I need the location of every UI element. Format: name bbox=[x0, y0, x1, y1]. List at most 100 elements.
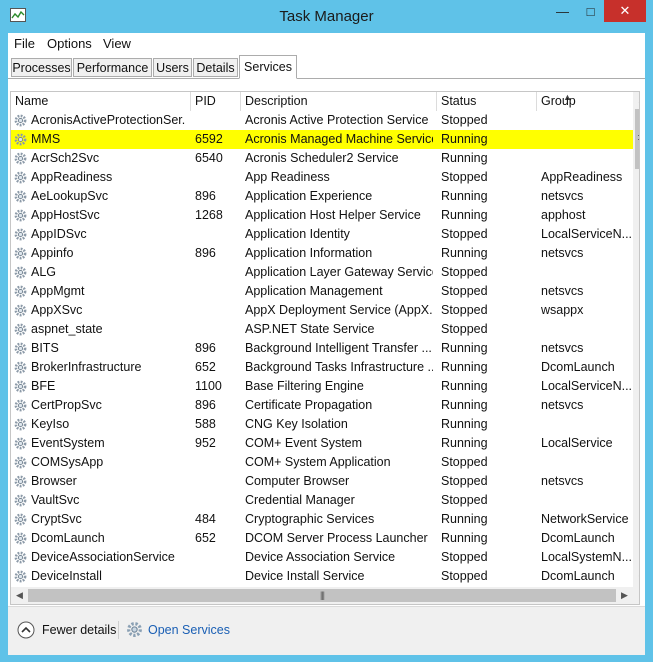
service-status: Stopped bbox=[441, 493, 488, 507]
service-status: Running bbox=[441, 208, 488, 222]
service-row[interactable]: AppHostSvc 1268 Application Host Helper Se… bbox=[11, 206, 633, 225]
service-status: Stopped bbox=[441, 550, 488, 564]
service-status: Stopped bbox=[441, 284, 488, 298]
service-row[interactable]: aspnet_state ASP.NET State Service Stopped bbox=[11, 320, 633, 339]
service-group: apphost bbox=[541, 208, 586, 222]
vertical-scroll-thumb[interactable] bbox=[635, 109, 639, 169]
tab-details[interactable]: Details bbox=[193, 58, 238, 77]
service-group: wsappx bbox=[541, 303, 584, 317]
service-name: DeviceInstall bbox=[31, 569, 102, 583]
column-group[interactable]: Group bbox=[537, 92, 633, 111]
service-row[interactable]: MMS 6592 Acronis Managed Machine Service Ru… bbox=[11, 130, 633, 149]
service-pid: 896 bbox=[195, 341, 216, 355]
service-row[interactable]: AppIDSvc Application Identity Stopped Local… bbox=[11, 225, 633, 244]
service-row[interactable]: BrokerInfrastructure 652 Background Tasks … bbox=[11, 358, 633, 377]
service-row[interactable]: AppMgmt Application Management Stopped nets… bbox=[11, 282, 633, 301]
fewer-details-button[interactable]: Fewer details bbox=[42, 623, 116, 637]
service-name: AppIDSvc bbox=[31, 227, 87, 241]
menu-options[interactable]: Options bbox=[47, 36, 92, 51]
service-row[interactable]: DeviceInstall Device Install Service Stopp… bbox=[11, 567, 633, 586]
service-name: AeLookupSvc bbox=[31, 189, 109, 203]
service-gear-icon bbox=[14, 152, 27, 165]
horizontal-scrollbar[interactable]: ◀ ||| ▶ bbox=[11, 587, 633, 604]
close-button[interactable]: ✕ bbox=[604, 0, 646, 22]
service-row[interactable]: AppXSvc AppX Deployment Service (AppX... S… bbox=[11, 301, 633, 320]
service-status: Running bbox=[441, 189, 488, 203]
service-group: LocalService bbox=[541, 436, 613, 450]
service-group bbox=[541, 130, 633, 149]
chevron-up-circle-icon[interactable] bbox=[17, 621, 35, 639]
service-row[interactable]: EventSystem 952 COM+ Event System Running Lo… bbox=[11, 434, 633, 453]
service-row[interactable]: CertPropSvc 896 Certificate Propagation Run… bbox=[11, 396, 633, 415]
scroll-left-icon[interactable]: ◀ bbox=[11, 587, 28, 604]
service-row[interactable]: DcomLaunch 652 DCOM Server Process Launche… bbox=[11, 529, 633, 548]
service-gear-icon bbox=[14, 190, 27, 203]
service-group bbox=[541, 415, 633, 434]
service-row[interactable]: BFE 1100 Base Filtering Engine Running Local… bbox=[11, 377, 633, 396]
title-bar[interactable]: Task Manager — □ ✕ bbox=[0, 0, 653, 33]
service-description: CNG Key Isolation bbox=[245, 417, 348, 431]
service-row[interactable]: COMSysApp COM+ System Application Stopped bbox=[11, 453, 633, 472]
service-name: AppHostSvc bbox=[31, 208, 100, 222]
service-row[interactable]: Appinfo 896 Application Information Running… bbox=[11, 244, 633, 263]
scroll-grip-icon: ||| bbox=[319, 590, 325, 600]
horizontal-scroll-thumb[interactable]: ||| bbox=[28, 589, 616, 602]
service-gear-icon bbox=[14, 266, 27, 279]
scroll-right-icon[interactable]: ▶ bbox=[616, 587, 633, 604]
service-pid bbox=[195, 548, 240, 567]
minimize-button[interactable]: — bbox=[548, 0, 577, 22]
column-description[interactable]: Description ▲ bbox=[241, 92, 572, 111]
service-name: DeviceAssociationService bbox=[31, 550, 175, 564]
service-row[interactable]: CryptSvc 484 Cryptographic Services Running… bbox=[11, 510, 633, 529]
column-pid[interactable]: PID bbox=[191, 92, 241, 111]
service-row[interactable]: AcrSch2Svc 6540 Acronis Scheduler2 Service… bbox=[11, 149, 633, 168]
scroll-down-icon[interactable]: ▼ bbox=[633, 570, 639, 587]
service-group bbox=[541, 149, 633, 168]
service-status: Running bbox=[441, 132, 488, 146]
service-group: LocalServiceN... bbox=[541, 379, 633, 393]
service-status: Stopped bbox=[441, 455, 488, 469]
service-gear-icon bbox=[14, 380, 27, 393]
service-row[interactable]: ALG Application Layer Gateway Service Stop… bbox=[11, 263, 633, 282]
service-row[interactable]: BITS 896 Background Intelligent Transfer .… bbox=[11, 339, 633, 358]
tab-services[interactable]: Services bbox=[239, 55, 297, 79]
column-name[interactable]: Name bbox=[11, 92, 191, 111]
service-pid bbox=[195, 111, 240, 130]
scrollbar-corner bbox=[633, 587, 639, 604]
service-row[interactable]: AcronisActiveProtectionSer... Acronis Act… bbox=[11, 111, 633, 130]
menu-file[interactable]: File bbox=[14, 36, 35, 51]
service-row[interactable]: KeyIso 588 CNG Key Isolation Running bbox=[11, 415, 633, 434]
service-name: MMS bbox=[31, 132, 61, 146]
tab-users[interactable]: Users bbox=[153, 58, 192, 77]
service-description: ASP.NET State Service bbox=[245, 322, 375, 336]
tab-processes[interactable]: Processes bbox=[11, 58, 72, 77]
service-status: Stopped bbox=[441, 474, 488, 488]
service-name: AppXSvc bbox=[31, 303, 83, 317]
service-row[interactable]: Browser Computer Browser Stopped netsvcs bbox=[11, 472, 633, 491]
service-status: Running bbox=[441, 531, 488, 545]
service-row[interactable]: DeviceAssociationService Device Associati… bbox=[11, 548, 633, 567]
service-pid: 652 bbox=[195, 531, 216, 545]
service-pid bbox=[195, 491, 240, 510]
service-row[interactable]: VaultSvc Credential Manager Stopped bbox=[11, 491, 633, 510]
menu-view[interactable]: View bbox=[103, 36, 131, 51]
column-description-label: Description bbox=[245, 94, 308, 108]
service-name: CryptSvc bbox=[31, 512, 82, 526]
vertical-scrollbar[interactable]: ▲ ▼ bbox=[633, 92, 639, 587]
maximize-button[interactable]: □ bbox=[577, 0, 604, 22]
service-row[interactable]: AppReadiness App Readiness Stopped AppReadi… bbox=[11, 168, 633, 187]
open-services-link[interactable]: Open Services bbox=[148, 623, 230, 637]
column-status[interactable]: Status bbox=[437, 92, 537, 111]
service-row[interactable]: AeLookupSvc 896 Application Experience Runn… bbox=[11, 187, 633, 206]
service-status: Running bbox=[441, 151, 488, 165]
service-status: Running bbox=[441, 436, 488, 450]
service-gear-icon bbox=[14, 323, 27, 336]
tab-performance[interactable]: Performance bbox=[73, 58, 152, 77]
scroll-up-icon[interactable]: ▲ bbox=[633, 92, 639, 109]
service-pid bbox=[195, 301, 240, 320]
service-status: Stopped bbox=[441, 227, 488, 241]
service-gear-icon bbox=[14, 133, 27, 146]
service-pid bbox=[195, 263, 240, 282]
service-description: Background Intelligent Transfer ... bbox=[245, 341, 432, 355]
service-group bbox=[541, 320, 633, 339]
